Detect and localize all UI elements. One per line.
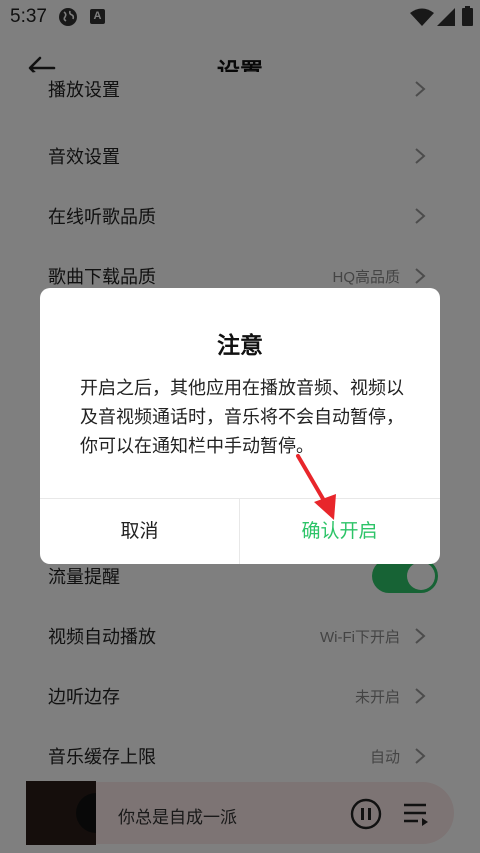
cancel-button[interactable]: 取消 [40,499,239,564]
confirm-dialog: 注意 开启之后，其他应用在播放音频、视频以及音视频通话时，音乐将不会自动暂停，你… [40,288,440,564]
annotation-arrow-icon [296,454,336,520]
dialog-title: 注意 [217,333,263,359]
dialog-message: 开启之后，其他应用在播放音频、视频以及音视频通话时，音乐将不会自动暂停，你可以在… [80,378,404,457]
